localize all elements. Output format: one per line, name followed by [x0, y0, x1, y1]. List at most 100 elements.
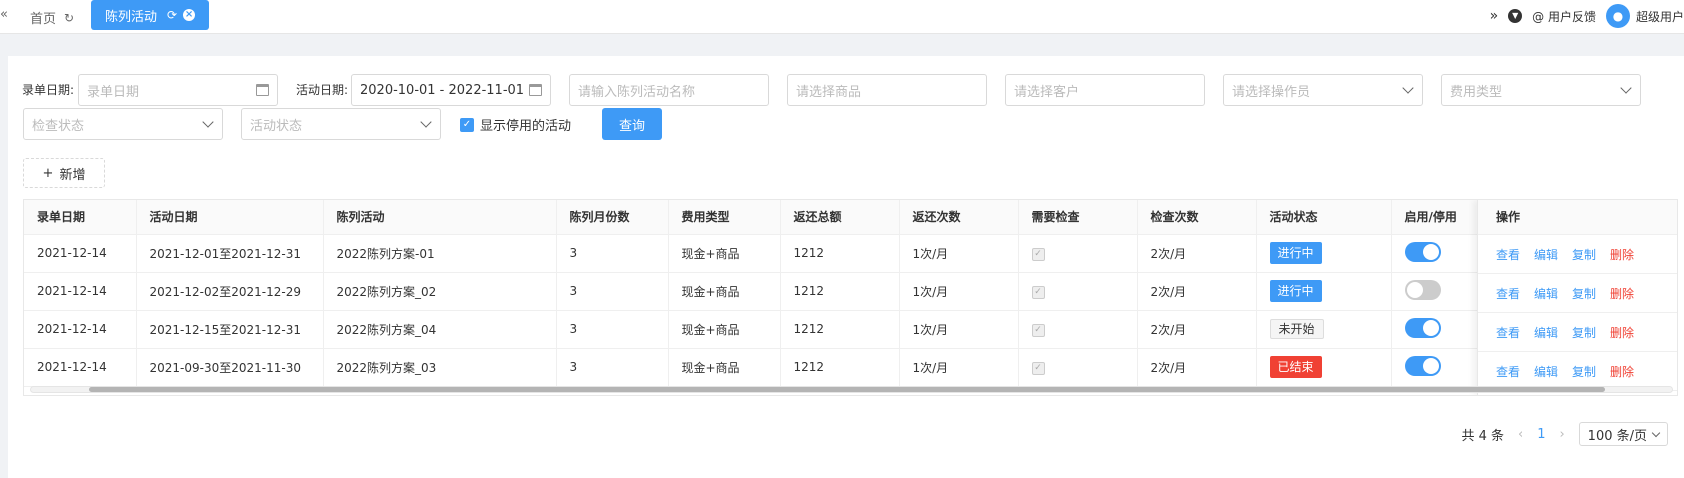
chevron-right-icon[interactable]: › [1559, 427, 1564, 442]
add-button[interactable]: + 新增 [23, 158, 105, 188]
refresh-icon[interactable]: ⟳ [167, 8, 177, 22]
column-header: 陈列活动 [323, 200, 557, 235]
operator-select[interactable]: 请选择操作员 [1223, 74, 1423, 106]
column-header: 活动日期 [136, 200, 324, 235]
column-header: 返还次数 [899, 200, 1019, 235]
table-row[interactable]: 2021-12-14 2021-12-01至2021-12-31 2022陈列方案-… [24, 234, 1625, 273]
entry-date-label: 录单日期: [22, 83, 75, 97]
column-header: 费用类型 [668, 200, 781, 235]
chevron-down-icon [1620, 82, 1632, 94]
copy-link[interactable]: 复制 [1572, 246, 1596, 263]
activity-period-cell: 2021-12-01至2021-12-31 [149, 246, 301, 261]
activity-date-label: 活动日期: [296, 83, 349, 97]
delete-link[interactable]: 删除 [1610, 363, 1634, 380]
edit-link[interactable]: 编辑 [1534, 246, 1558, 263]
edit-link[interactable]: 编辑 [1534, 324, 1558, 341]
return-total-cell: 1212 [793, 360, 825, 374]
activity-status-select[interactable]: 活动状态 [241, 108, 441, 140]
horizontal-scrollbar[interactable] [30, 386, 1673, 393]
need-check-checkbox: ✓ [1031, 286, 1045, 299]
page-number[interactable]: 1 [1537, 427, 1545, 442]
fee-type-cell: 现金+商品 [681, 284, 740, 299]
status-badge: 已结束 [1269, 356, 1322, 378]
need-check-checkbox: ✓ [1031, 362, 1045, 375]
view-link[interactable]: 查看 [1496, 246, 1520, 263]
entry-date-picker[interactable]: 录单日期 [78, 74, 278, 106]
main-card: 录单日期: 录单日期 活动日期: 2020-10-01 - 2022-11-01… [8, 56, 1684, 478]
status-badge: 未开始 [1269, 319, 1324, 339]
fee-type-cell: 现金+商品 [681, 322, 740, 337]
chevron-down-icon [1651, 428, 1661, 437]
activity-name-placeholder: 请输入陈列活动名称 [578, 84, 696, 100]
ops-row: 查看 编辑 复制 删除 [1478, 274, 1677, 313]
return-total-cell: 1212 [793, 246, 825, 260]
fee-type-cell: 现金+商品 [681, 360, 740, 375]
check-times-cell: 2次/月 [1150, 246, 1187, 261]
calendar-icon [529, 84, 542, 96]
chevron-down-icon [1402, 82, 1414, 94]
activity-table: 录单日期 活动日期 陈列活动 陈列月份数 费用类型 返还总额 返还次数 需要检查 检查次数 活动状… [23, 199, 1678, 396]
show-disabled-label: 显示停用的活动 [480, 119, 572, 134]
table-row[interactable]: 2021-12-14 2021-12-02至2021-12-29 2022陈列方案_… [24, 272, 1625, 311]
view-link[interactable]: 查看 [1496, 324, 1520, 341]
entry-date-cell: 2021-12-14 [37, 246, 107, 260]
enable-toggle[interactable] [1404, 355, 1441, 376]
edit-link[interactable]: 编辑 [1534, 363, 1558, 380]
months-cell: 3 [569, 246, 578, 260]
view-link[interactable]: 查看 [1496, 285, 1520, 302]
column-header: 陈列月份数 [556, 200, 669, 235]
double-chevron-right-icon[interactable]: » [1490, 8, 1499, 24]
edit-link[interactable]: 编辑 [1534, 285, 1558, 302]
page-size-value: 100 条/页 [1587, 428, 1647, 444]
enable-toggle[interactable] [1404, 241, 1441, 262]
copy-link[interactable]: 复制 [1572, 324, 1596, 341]
top-bar-right: » ▼ @ 用户反馈 ● 超级用户 [1490, 0, 1684, 32]
page-size-select[interactable]: 100 条/页 [1578, 422, 1668, 446]
delete-link[interactable]: 删除 [1610, 246, 1634, 263]
status-badge: 进行中 [1269, 242, 1322, 264]
dropdown-circle-icon[interactable]: ▼ [1508, 9, 1523, 23]
return-times-cell: 1次/月 [912, 360, 949, 375]
months-cell: 3 [569, 322, 578, 336]
copy-link[interactable]: 复制 [1572, 285, 1596, 302]
table-row[interactable]: 2021-12-14 2021-12-15至2021-12-31 2022陈列方案_… [24, 310, 1625, 349]
enable-toggle[interactable] [1404, 317, 1441, 338]
activity-name-input[interactable]: 请输入陈列活动名称 [569, 74, 769, 106]
refresh-icon[interactable]: ↻ [64, 11, 74, 25]
table-row[interactable]: 2021-12-14 2021-09-30至2021-11-30 2022陈列方案_… [24, 348, 1625, 387]
feedback-link[interactable]: @ 用户反馈 [1532, 8, 1596, 25]
fee-type-placeholder: 费用类型 [1450, 84, 1503, 100]
calendar-icon [256, 84, 269, 96]
tab-display-activity[interactable]: 陈列活动 ⟳ × [91, 0, 209, 30]
show-disabled-checkbox[interactable]: ✓ 显示停用的活动 [460, 115, 571, 134]
months-cell: 3 [569, 360, 578, 374]
check-status-placeholder: 检查状态 [32, 118, 85, 134]
product-select[interactable]: 请选择商品 [787, 74, 987, 106]
operator-placeholder: 请选择操作员 [1232, 84, 1311, 100]
scroll-left-icon[interactable]: « [0, 7, 8, 22]
tab-home[interactable]: 首页 ↻ [30, 8, 74, 28]
customer-placeholder: 请选择客户 [1014, 84, 1080, 100]
checkbox-checked-icon[interactable]: ✓ [460, 117, 474, 132]
delete-link[interactable]: 删除 [1610, 324, 1634, 341]
add-button-label: 新增 [59, 167, 86, 183]
column-header: 检查次数 [1137, 200, 1257, 235]
customer-select[interactable]: 请选择客户 [1005, 74, 1205, 106]
copy-link[interactable]: 复制 [1572, 363, 1596, 380]
activity-period-cell: 2021-12-15至2021-12-31 [149, 322, 301, 337]
view-link[interactable]: 查看 [1496, 363, 1520, 380]
chevron-left-icon[interactable]: ‹ [1518, 427, 1523, 442]
activity-period-cell: 2021-09-30至2021-11-30 [149, 360, 301, 375]
activity-date-range-picker[interactable]: 2020-10-01 - 2022-11-01 [351, 74, 551, 106]
delete-link[interactable]: 删除 [1610, 285, 1634, 302]
scrollbar-thumb[interactable] [89, 387, 1605, 392]
fee-type-select[interactable]: 费用类型 [1441, 74, 1641, 106]
ops-header: 操作 [1478, 200, 1677, 235]
months-cell: 3 [569, 284, 578, 298]
column-header: 录单日期 [24, 200, 137, 235]
query-button[interactable]: 查询 [602, 108, 662, 140]
check-status-select[interactable]: 检查状态 [23, 108, 223, 140]
user-menu[interactable]: ● 超级用户 [1605, 4, 1684, 28]
close-icon[interactable]: × [183, 9, 196, 21]
enable-toggle[interactable] [1404, 279, 1441, 300]
